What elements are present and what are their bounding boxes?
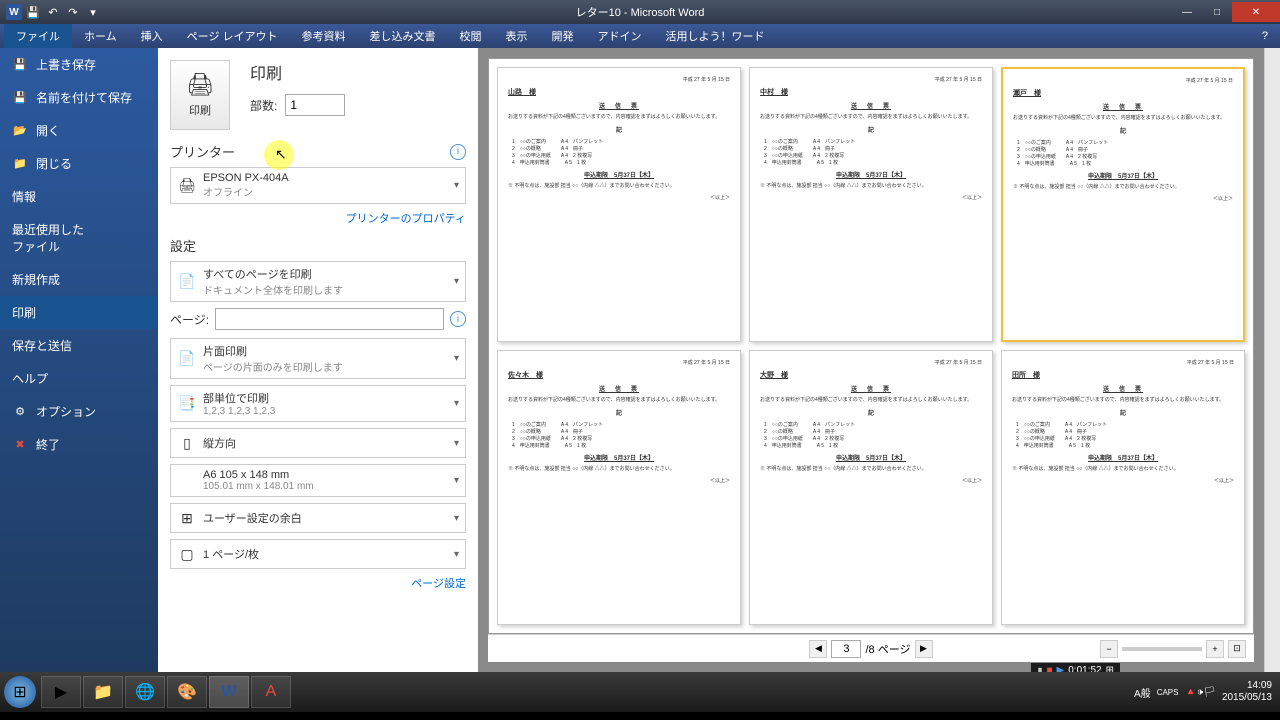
ime-status[interactable]: A般 — [1134, 685, 1151, 700]
collate-select[interactable]: 📑 部単位で印刷1,2,3 1,2,3 1,2,3 — [170, 385, 466, 422]
undo-icon[interactable]: ↶ — [44, 3, 62, 21]
preview-page[interactable]: 平成 27 年 5 月 15 日佐々木 様送 信 票お送りする資料が下記の4種類… — [497, 350, 741, 625]
qat-dropdown-icon[interactable]: ▾ — [84, 3, 102, 21]
settings-section-label: 設定 — [170, 236, 196, 255]
per-sheet-icon: ▢ — [177, 544, 197, 564]
window-title: レター10 - Microsoft Word — [576, 4, 705, 20]
sidebar-item-close[interactable]: 📁閉じる — [0, 147, 158, 180]
sidebar-item-exit[interactable]: ✖終了 — [0, 428, 158, 461]
duplex-select[interactable]: 📄 片面印刷ページの片面のみを印刷します — [170, 338, 466, 379]
word-app-icon: W — [6, 4, 22, 20]
duplex-icon: 📄 — [177, 349, 197, 369]
page-total: /8 ページ — [865, 641, 910, 657]
copies-input[interactable] — [285, 94, 345, 116]
tab-view[interactable]: 表示 — [494, 24, 540, 48]
printer-section-label: プリンター — [170, 142, 235, 161]
saveas-icon: 💾 — [12, 90, 28, 106]
sidebar-item-recent[interactable]: 最近使用した ファイル — [0, 213, 158, 263]
sidebar-item-open[interactable]: 📂開く — [0, 114, 158, 147]
info-icon[interactable]: i — [450, 311, 466, 327]
help-icon[interactable]: ? — [1254, 30, 1276, 42]
zoom-slider[interactable] — [1122, 647, 1202, 651]
fit-page-button[interactable]: ⊡ — [1228, 640, 1246, 658]
exit-icon: ✖ — [12, 437, 28, 453]
taskbar: ⊞ ▶ 📁 🌐 🎨 W A A般 CAPS 🔺🕩🏳 14:09 2015/05/… — [0, 672, 1280, 712]
tab-file[interactable]: ファイル — [4, 24, 72, 48]
preview-page[interactable]: 平成 27 年 5 月 15 日山路 様送 信 票お送りする資料が下記の4種類ご… — [497, 67, 741, 342]
print-button[interactable]: 🖨 印刷 — [170, 60, 230, 130]
taskbar-item[interactable]: 📁 — [83, 676, 123, 708]
maximize-button[interactable]: □ — [1202, 2, 1232, 22]
info-icon[interactable]: i — [450, 144, 466, 160]
redo-icon[interactable]: ↷ — [64, 3, 82, 21]
preview-scrollbar[interactable] — [1264, 48, 1280, 672]
page-setup-link[interactable]: ページ設定 — [170, 575, 466, 591]
tab-custom[interactable]: 活用しよう！ワード — [654, 24, 777, 48]
preview-page[interactable]: 平成 27 年 5 月 15 日田所 様送 信 票お送りする資料が下記の4種類ご… — [1001, 350, 1245, 625]
start-button[interactable]: ⊞ — [0, 672, 40, 712]
ribbon-tabs: ファイル ホーム 挿入 ページ レイアウト 参考資料 差し込み文書 校閲 表示 … — [0, 24, 1280, 48]
page-number-input[interactable] — [831, 640, 861, 658]
orientation-select[interactable]: ▯ 縦方向 — [170, 428, 466, 458]
sidebar-item-help[interactable]: ヘルプ — [0, 362, 158, 395]
taskbar-item[interactable]: 🎨 — [167, 676, 207, 708]
printer-icon: 🖨 — [186, 72, 214, 98]
sidebar-item-share[interactable]: 保存と送信 — [0, 329, 158, 362]
sidebar-item-save[interactable]: 💾上書き保存 — [0, 48, 158, 81]
save-icon[interactable]: 💾 — [24, 3, 42, 21]
tab-references[interactable]: 参考資料 — [290, 24, 358, 48]
pages-icon: 📄 — [177, 272, 197, 292]
taskbar-item[interactable]: 🌐 — [125, 676, 165, 708]
preview-page[interactable]: 平成 27 年 5 月 15 日大野 様送 信 票お送りする資料が下記の4種類ご… — [749, 350, 993, 625]
pages-input[interactable] — [215, 308, 444, 330]
sidebar-item-new[interactable]: 新規作成 — [0, 263, 158, 296]
tab-developer[interactable]: 開発 — [540, 24, 586, 48]
tab-layout[interactable]: ページ レイアウト — [175, 24, 290, 48]
tray-icons[interactable]: 🔺🕩🏳 — [1184, 687, 1215, 698]
tab-mailings[interactable]: 差し込み文書 — [358, 24, 448, 48]
margins-icon: ⊞ — [177, 508, 197, 528]
close-icon: 📁 — [12, 156, 28, 172]
save-icon: 💾 — [12, 57, 28, 73]
print-scope-select[interactable]: 📄 すべてのページを印刷ドキュメント全体を印刷します — [170, 261, 466, 302]
print-settings-panel: 🖨 印刷 印刷 部数: プリンター i 🖨 EPSON PX-404A オフライン — [158, 48, 478, 672]
pages-label: ページ: — [170, 311, 209, 328]
preview-page[interactable]: 平成 27 年 5 月 15 日中村 様送 信 票お送りする資料が下記の4種類ご… — [749, 67, 993, 342]
sidebar-item-saveas[interactable]: 💾名前を付けて保存 — [0, 81, 158, 114]
open-icon: 📂 — [12, 123, 28, 139]
backstage-sidebar: 💾上書き保存 💾名前を付けて保存 📂開く 📁閉じる 情報 最近使用した ファイル… — [0, 48, 158, 672]
copies-label: 部数: — [250, 97, 277, 114]
portrait-icon: ▯ — [177, 433, 197, 453]
minimize-button[interactable]: — — [1172, 2, 1202, 22]
printer-status-icon: 🖨 — [177, 176, 197, 196]
sidebar-item-info[interactable]: 情報 — [0, 180, 158, 213]
printer-properties-link[interactable]: プリンターのプロパティ — [170, 210, 466, 226]
clock[interactable]: 14:09 2015/05/13 — [1222, 680, 1272, 704]
taskbar-item[interactable]: A — [251, 676, 291, 708]
cursor-icon: ↖ — [275, 146, 287, 163]
close-button[interactable]: ✕ — [1232, 2, 1280, 22]
preview-page[interactable]: 平成 27 年 5 月 15 日瀬戸 様送 信 票お送りする資料が下記の4種類ご… — [1001, 67, 1245, 342]
caps-indicator: CAPS — [1157, 688, 1179, 697]
tab-review[interactable]: 校閲 — [448, 24, 494, 48]
taskbar-item[interactable]: ▶ — [41, 676, 81, 708]
print-preview: 平成 27 年 5 月 15 日山路 様送 信 票お送りする資料が下記の4種類ご… — [478, 48, 1264, 672]
paper-size-select[interactable]: A6 105 x 148 mm105.01 mm x 148.01 mm — [170, 464, 466, 497]
tab-home[interactable]: ホーム — [72, 24, 129, 48]
zoom-out-button[interactable]: − — [1100, 640, 1118, 658]
tab-insert[interactable]: 挿入 — [129, 24, 175, 48]
zoom-in-button[interactable]: + — [1206, 640, 1224, 658]
next-page-button[interactable]: ▶ — [915, 640, 933, 658]
tab-addins[interactable]: アドイン — [586, 24, 654, 48]
sidebar-item-print[interactable]: 印刷 — [0, 296, 158, 329]
collate-icon: 📑 — [177, 394, 197, 414]
prev-page-button[interactable]: ◀ — [809, 640, 827, 658]
margins-select[interactable]: ⊞ ユーザー設定の余白 — [170, 503, 466, 533]
sidebar-item-options[interactable]: ⚙オプション — [0, 395, 158, 428]
taskbar-item[interactable]: W — [209, 676, 249, 708]
printer-select[interactable]: 🖨 EPSON PX-404A オフライン — [170, 167, 466, 204]
print-title: 印刷 — [250, 60, 345, 84]
pages-per-sheet-select[interactable]: ▢ 1 ページ/枚 — [170, 539, 466, 569]
gear-icon: ⚙ — [12, 404, 28, 420]
